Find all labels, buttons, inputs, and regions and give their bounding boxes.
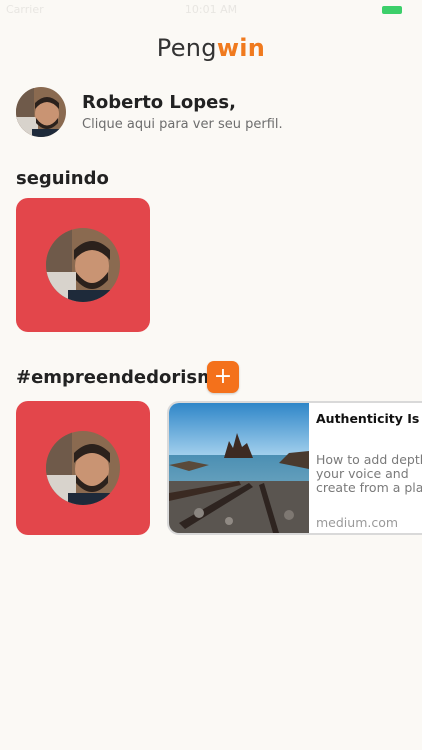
following-avatar <box>46 228 120 302</box>
app-title: Pengwin <box>0 34 422 62</box>
profile-link[interactable]: Clique aqui para ver seu perfil. <box>82 117 283 132</box>
following-card[interactable] <box>16 198 150 332</box>
clock: 10:01 AM <box>184 3 238 16</box>
article-description: How to add depth to your voice and creat… <box>316 453 422 495</box>
profile-name[interactable]: Roberto Lopes, <box>82 92 236 113</box>
app-title-peng: Peng <box>156 34 217 62</box>
article-text: Authenticity Is Your Now How to add dept… <box>316 411 422 495</box>
status-bar: Carrier 10:01 AM <box>0 0 422 20</box>
app-title-win: win <box>216 34 266 62</box>
profile-avatar[interactable] <box>16 87 66 137</box>
tag-title: #empreendedorismo <box>16 367 229 388</box>
battery-icon <box>382 6 402 14</box>
article-image <box>169 403 309 533</box>
article-title: Authenticity Is Your Now <box>316 411 422 426</box>
tag-avatar <box>46 431 120 505</box>
tag-card[interactable] <box>16 401 150 535</box>
article-card[interactable]: Authenticity Is Your Now How to add dept… <box>167 401 422 535</box>
add-button[interactable]: + <box>207 361 239 393</box>
plus-icon: + <box>213 364 233 389</box>
article-source: medium.com <box>316 515 399 530</box>
following-title: seguindo <box>16 168 109 189</box>
